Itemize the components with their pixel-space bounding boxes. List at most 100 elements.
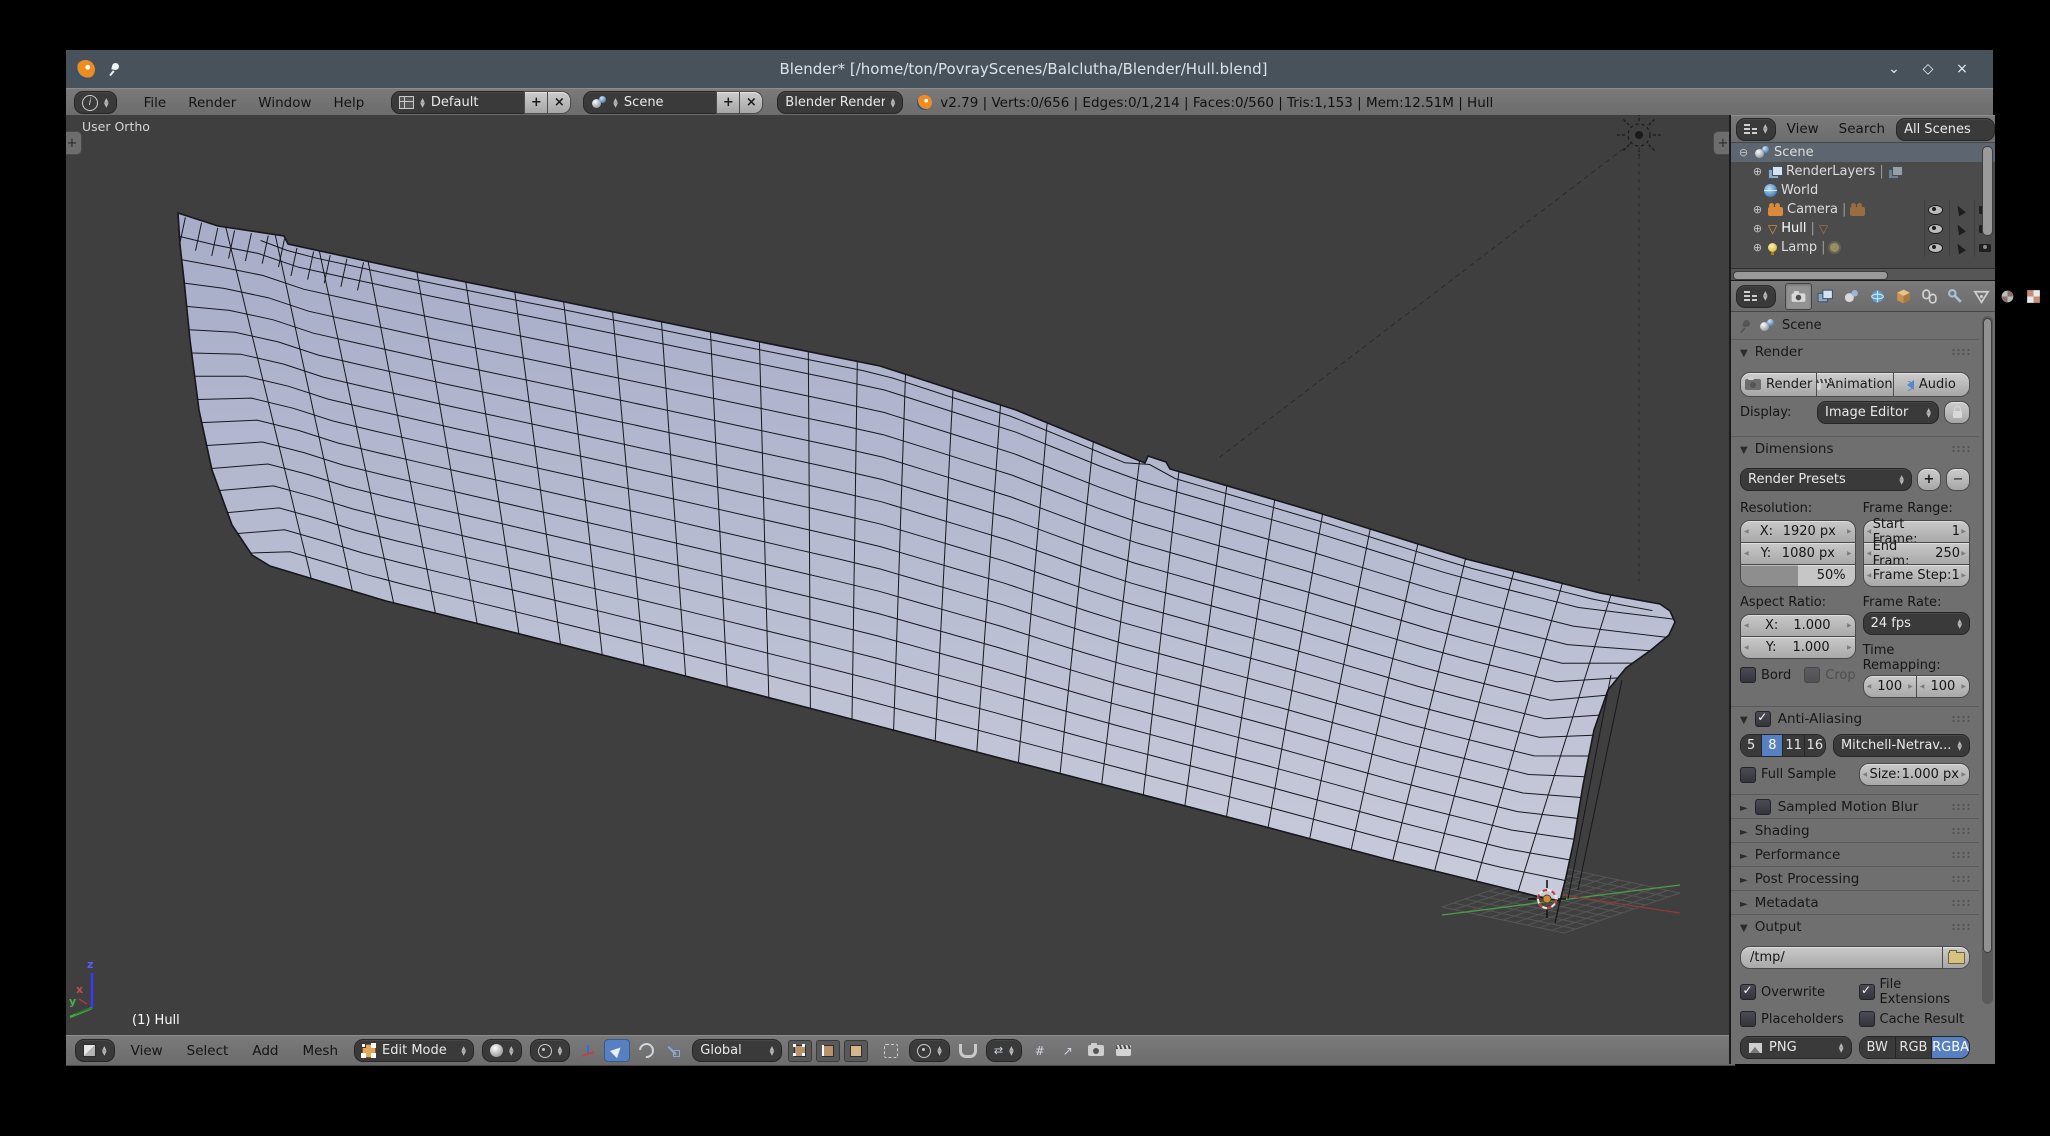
aa-samples-11[interactable]: 11: [1783, 735, 1804, 756]
panel-header-render[interactable]: Render: [1731, 339, 1979, 363]
resolution-x-field[interactable]: X:1920 px: [1740, 520, 1856, 543]
opengl-render-anim-button[interactable]: [1112, 1040, 1136, 1061]
panel-header-metadata[interactable]: Metadata: [1731, 890, 1979, 914]
tab-object[interactable]: [1891, 284, 1916, 309]
remap-new-field[interactable]: 100: [1916, 675, 1970, 698]
expand-icon[interactable]: ⊕: [1751, 241, 1764, 254]
minimize-button[interactable]: ⌄: [1885, 60, 1903, 78]
pivot-point-dropdown[interactable]: [530, 1039, 571, 1062]
panel-drag-dots[interactable]: [1951, 348, 1970, 356]
placeholders-checkbox[interactable]: [1740, 1011, 1756, 1027]
delete-layout-button[interactable]: [547, 91, 571, 114]
mode-dropdown[interactable]: Edit Mode: [354, 1039, 474, 1062]
edge-select-button[interactable]: [816, 1040, 840, 1062]
tab-material[interactable]: [1995, 284, 2020, 309]
audio-button[interactable]: Audio: [1893, 372, 1970, 397]
face-select-button[interactable]: [844, 1040, 868, 1062]
panel-drag-dots[interactable]: [1951, 899, 1970, 907]
expand-icon[interactable]: ⊕: [1751, 203, 1764, 216]
color-mode-segment[interactable]: BW RGB RGBA: [1859, 1036, 1971, 1059]
screen-layout-dropdown[interactable]: Default: [391, 91, 525, 114]
manipulator-scale-button[interactable]: [662, 1040, 686, 1061]
tab-world[interactable]: [1865, 284, 1890, 309]
aa-samples-8[interactable]: 8: [1762, 735, 1783, 756]
outliner-item-world[interactable]: World: [1731, 181, 1995, 200]
menu-window[interactable]: Window: [247, 95, 322, 111]
panel-drag-dots[interactable]: [1951, 715, 1970, 723]
outliner-editor-type-menu[interactable]: [1736, 118, 1776, 141]
menu-help[interactable]: Help: [323, 95, 376, 111]
transform-orientation-dropdown[interactable]: Global: [692, 1039, 782, 1062]
properties-shelf-expand-tab[interactable]: [1713, 131, 1729, 155]
border-checkbox[interactable]: [1740, 667, 1756, 683]
menu-select[interactable]: Select: [176, 1043, 240, 1059]
renderability-toggle[interactable]: [1974, 238, 1995, 257]
panel-header-shading[interactable]: Shading: [1731, 818, 1979, 842]
snap-element-dropdown[interactable]: [986, 1039, 1022, 1062]
display-dropdown[interactable]: Image Editor: [1817, 401, 1939, 424]
remap-old-field[interactable]: 100: [1863, 675, 1917, 698]
menu-mesh[interactable]: Mesh: [291, 1043, 349, 1059]
full-sample-checkbox[interactable]: [1740, 767, 1756, 783]
expand-icon[interactable]: ⊕: [1751, 222, 1764, 235]
manipulator-toggle-button[interactable]: [576, 1040, 600, 1061]
outliner-filter-dropdown[interactable]: All Scenes: [1896, 118, 1995, 141]
file-extensions-checkbox[interactable]: [1859, 984, 1875, 1000]
properties-scrollbar[interactable]: [1982, 316, 1993, 1004]
panel-header-motion-blur[interactable]: Sampled Motion Blur: [1731, 794, 1979, 818]
opengl-render-button[interactable]: [1084, 1040, 1108, 1061]
color-mode-rgba[interactable]: RGBA: [1932, 1037, 1969, 1058]
outliner-item-scene[interactable]: ⊖ Scene: [1731, 143, 1995, 162]
selectability-toggle[interactable]: [1949, 200, 1970, 219]
motion-blur-checkbox[interactable]: [1755, 799, 1771, 815]
properties-editor-type-menu[interactable]: [1736, 285, 1776, 308]
display-lock-button[interactable]: [1944, 401, 1970, 424]
panel-drag-dots[interactable]: [1951, 827, 1970, 835]
color-mode-rgb[interactable]: RGB: [1896, 1037, 1932, 1058]
output-path-field[interactable]: /tmp/: [1740, 946, 1943, 969]
outliner-item-camera[interactable]: ⊕ Camera: [1731, 200, 1995, 219]
aa-filter-dropdown[interactable]: Mitchell-Netrav...: [1833, 734, 1970, 757]
aa-size-field[interactable]: Size:1.000 px: [1859, 763, 1971, 786]
tab-modifiers[interactable]: [1943, 284, 1968, 309]
crop-checkbox[interactable]: [1804, 667, 1820, 683]
tab-texture[interactable]: [2021, 284, 2046, 309]
tab-data[interactable]: [1969, 284, 1994, 309]
panel-drag-dots[interactable]: [1951, 803, 1970, 811]
add-preset-button[interactable]: [1917, 468, 1941, 491]
overwrite-checkbox[interactable]: [1740, 984, 1756, 1000]
pin-icon[interactable]: [1740, 320, 1752, 332]
viewport-editor-type-menu[interactable]: [75, 1039, 115, 1062]
resolution-percentage-slider[interactable]: 50%: [1740, 564, 1856, 587]
aa-samples-segment[interactable]: 5 8 11 16: [1740, 734, 1826, 757]
remove-preset-button[interactable]: −: [1946, 468, 1970, 491]
panel-header-performance[interactable]: Performance: [1731, 842, 1979, 866]
outliner-menu-search[interactable]: Search: [1830, 121, 1894, 137]
menu-add[interactable]: Add: [241, 1043, 289, 1059]
render-button[interactable]: Render: [1740, 372, 1817, 397]
scene-dropdown[interactable]: Scene: [583, 91, 717, 114]
tool-shelf-expand-tab[interactable]: [66, 131, 82, 155]
snap-target-button[interactable]: [1028, 1040, 1052, 1061]
end-frame-field[interactable]: End Fram:250: [1863, 542, 1970, 565]
aspect-x-field[interactable]: X:1.000: [1740, 614, 1856, 637]
resolution-y-field[interactable]: Y:1080 px: [1740, 542, 1856, 565]
manipulator-translate-button[interactable]: [604, 1039, 630, 1062]
add-scene-button[interactable]: [716, 91, 740, 114]
tab-render[interactable]: [1785, 283, 1812, 310]
render-engine-dropdown[interactable]: Blender Render: [777, 91, 903, 114]
cache-result-checkbox[interactable]: [1859, 1011, 1875, 1027]
manipulator-rotate-button[interactable]: [634, 1040, 658, 1061]
aa-samples-5[interactable]: 5: [1741, 735, 1762, 756]
aa-samples-16[interactable]: 16: [1805, 735, 1825, 756]
outliner-item-renderlayers[interactable]: ⊕ RenderLayers: [1731, 162, 1995, 181]
hull-mesh-canvas[interactable]: [66, 115, 1729, 1035]
panel-header-output[interactable]: Output: [1731, 914, 1979, 938]
visibility-toggle[interactable]: [1924, 200, 1945, 219]
delete-scene-button[interactable]: [739, 91, 763, 114]
tab-scene[interactable]: [1839, 284, 1864, 309]
editor-type-menu[interactable]: [74, 91, 117, 114]
render-presets-dropdown[interactable]: Render Presets: [1740, 468, 1912, 491]
tab-render-layers[interactable]: [1813, 284, 1838, 309]
outliner-item-hull[interactable]: ⊕ Hull: [1731, 219, 1995, 238]
